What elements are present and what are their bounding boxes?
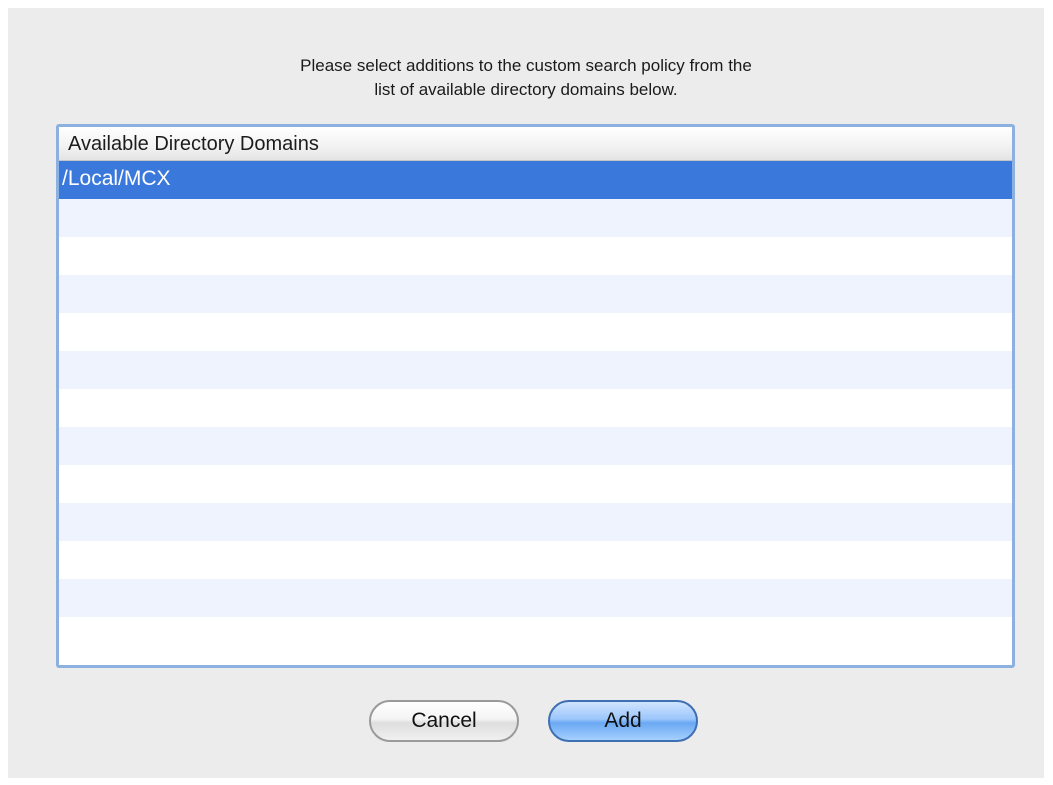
empty-list-row[interactable] bbox=[59, 465, 1012, 503]
list-item-local-mcx[interactable]: /Local/MCX bbox=[59, 161, 1012, 199]
column-header-available-domains[interactable]: Available Directory Domains bbox=[59, 127, 1012, 161]
empty-list-row[interactable] bbox=[59, 617, 1012, 655]
instruction-line-1: Please select additions to the custom se… bbox=[300, 56, 752, 75]
empty-list-row[interactable] bbox=[59, 503, 1012, 541]
empty-list-row[interactable] bbox=[59, 199, 1012, 237]
available-domains-list[interactable]: Available Directory Domains /Local/MCX bbox=[56, 124, 1015, 668]
instruction-text: Please select additions to the custom se… bbox=[8, 54, 1044, 102]
empty-list-row[interactable] bbox=[59, 427, 1012, 465]
empty-list-row[interactable] bbox=[59, 313, 1012, 351]
directory-domain-sheet: Please select additions to the custom se… bbox=[8, 8, 1044, 778]
instruction-line-2: list of available directory domains belo… bbox=[374, 80, 678, 99]
list-body[interactable]: /Local/MCX bbox=[59, 161, 1012, 665]
empty-list-row[interactable] bbox=[59, 351, 1012, 389]
empty-list-row[interactable] bbox=[59, 275, 1012, 313]
empty-list-row[interactable] bbox=[59, 237, 1012, 275]
empty-list-row[interactable] bbox=[59, 541, 1012, 579]
empty-list-row[interactable] bbox=[59, 579, 1012, 617]
empty-list-row[interactable] bbox=[59, 389, 1012, 427]
cancel-button[interactable]: Cancel bbox=[369, 700, 519, 742]
add-button[interactable]: Add bbox=[548, 700, 698, 742]
